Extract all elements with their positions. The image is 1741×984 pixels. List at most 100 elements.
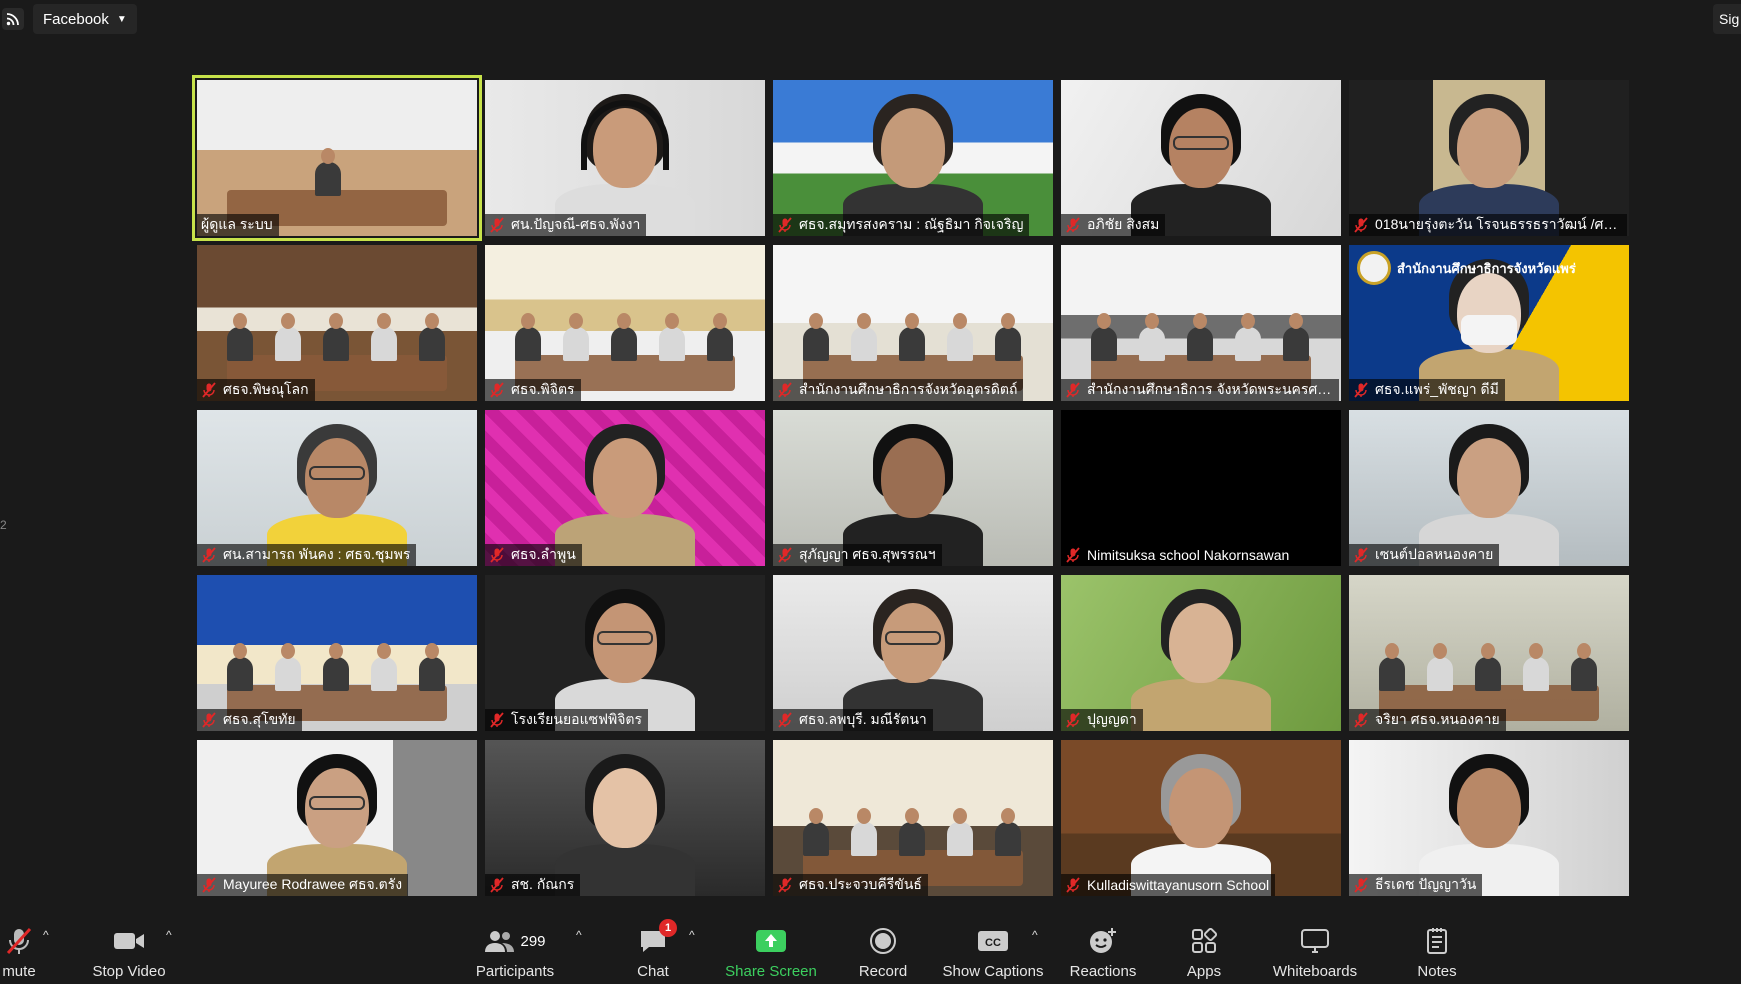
video-feed (773, 410, 1053, 566)
cc-icon: CC (977, 925, 1009, 957)
person-figure (1475, 657, 1501, 691)
participants-chevron-icon[interactable]: ^ (576, 928, 582, 942)
participant-name-bar: ศธจ.แพร่_พัชญา ดีมี (1349, 379, 1505, 401)
sign-in-button[interactable]: Sig (1713, 4, 1741, 34)
stop-video-button[interactable]: Stop Video (84, 906, 174, 984)
person-figure (323, 657, 349, 691)
video-options-chevron-icon[interactable]: ^ (166, 928, 172, 942)
video-feed (773, 740, 1053, 896)
participant-tile[interactable]: สำนักงานศึกษาธิการ จังหวัดพระนครศรีอ... (1061, 245, 1341, 401)
mic-muted-icon (1065, 877, 1081, 893)
participant-tile[interactable]: อภิชัย สิงสม (1061, 80, 1341, 236)
participant-tile[interactable]: 018นายรุ่งตะวัน โรจนธรรธราวัฒน์ /ศธจ.... (1349, 80, 1629, 236)
person-face (1457, 438, 1521, 518)
participant-name: ศธจ.ประจวบคีรีขันธ์ (799, 876, 922, 892)
participant-name-bar: เซนต์ปอลหนองคาย (1349, 544, 1500, 566)
video-feed (773, 245, 1053, 401)
mic-muted-icon (201, 382, 217, 398)
participant-tile[interactable]: ศน.สามารถ พันคง : ศธจ.ชุมพร (197, 410, 477, 566)
person-head (329, 643, 343, 659)
apps-button[interactable]: Apps (1174, 906, 1234, 984)
participant-tile[interactable]: ศธจ.สมุทรสงคราม : ณัฐธิมา กิจเจริญ (773, 80, 1053, 236)
person-figure (227, 327, 253, 361)
participant-tile[interactable]: ปุญญดา (1061, 575, 1341, 731)
participant-tile[interactable]: Kulladiswittayanusorn School (1061, 740, 1341, 896)
participant-tile[interactable]: สช. กัณกร (485, 740, 765, 896)
video-feed (773, 80, 1053, 236)
participant-name: ศธจ.พิษณุโลก (223, 381, 309, 397)
audio-options-chevron-icon[interactable]: ^ (43, 928, 49, 942)
participant-tile[interactable]: ศธจ.พิษณุโลก (197, 245, 477, 401)
participant-name: ศธจ.พิจิตร (511, 381, 575, 397)
person-figure (1571, 657, 1597, 691)
chat-chevron-icon[interactable]: ^ (689, 928, 695, 942)
participant-tile[interactable]: สำนักงานศึกษาธิการจังหวัดอุตรดิตถ์ (773, 245, 1053, 401)
participant-tile[interactable]: ศธจ.พิจิตร (485, 245, 765, 401)
share-screen-button[interactable]: Share Screen (722, 906, 820, 984)
livestream-dropdown[interactable]: Facebook ▼ (33, 4, 137, 34)
person-figure (803, 822, 829, 856)
participant-tile[interactable]: จริยา ศธจ.หนองคาย (1349, 575, 1629, 731)
chat-unread-badge: 1 (659, 919, 677, 937)
participants-button[interactable]: 299 Participants (470, 906, 560, 984)
participant-tile[interactable]: ศธจ.สุโขทัย (197, 575, 477, 731)
person-figure (707, 327, 733, 361)
show-captions-button[interactable]: CC Show Captions (940, 906, 1046, 984)
participant-name-bar: สำนักงานศึกษาธิการจังหวัดอุตรดิตถ์ (773, 379, 1024, 401)
participants-icon (485, 931, 515, 952)
person-figure (995, 327, 1021, 361)
person-figure (323, 327, 349, 361)
whiteboards-button[interactable]: Whiteboards (1268, 906, 1362, 984)
person-head (1001, 313, 1015, 329)
banner-text: สำนักงานศึกษาธิการจังหวัดแพร่ (1397, 260, 1576, 276)
participant-name-bar: ศน.สามารถ พันคง : ศธจ.ชุมพร (197, 544, 417, 566)
captions-chevron-icon[interactable]: ^ (1032, 928, 1038, 942)
record-label: Record (858, 963, 908, 980)
mic-muted-icon (1353, 712, 1369, 728)
rss-feed-icon[interactable] (2, 8, 24, 30)
video-feed (197, 410, 477, 566)
participant-tile[interactable]: สุภัญญา ศธจ.สุพรรณฯ (773, 410, 1053, 566)
participant-tile[interactable]: Mayuree Rodrawee ศธจ.ตรัง (197, 740, 477, 896)
chat-button[interactable]: 1 Chat (618, 906, 688, 984)
participant-tile[interactable]: ศธจ.ลำพูน (485, 410, 765, 566)
record-button[interactable]: Record (848, 906, 918, 984)
mic-muted-icon (777, 382, 793, 398)
mic-muted-icon (1065, 382, 1081, 398)
notes-button[interactable]: Notes (1408, 906, 1466, 984)
seal-icon (1357, 251, 1391, 285)
video-feed (1349, 80, 1629, 236)
person-head (857, 313, 871, 329)
person-head (233, 313, 247, 329)
reactions-button[interactable]: Reactions (1066, 906, 1140, 984)
video-feed: สำนักงานศึกษาธิการจังหวัดแพร่ (1349, 245, 1629, 401)
person-head (329, 313, 343, 329)
participant-name: Nimitsuksa school Nakornsawan (1087, 547, 1290, 563)
glasses (1173, 136, 1229, 150)
person-figure (899, 327, 925, 361)
mic-muted-icon (1065, 712, 1081, 728)
video-feed (197, 575, 477, 731)
participant-name: สำนักงานศึกษาธิการจังหวัดอุตรดิตถ์ (799, 381, 1018, 397)
participant-tile[interactable]: ธีรเดช ปัญญาวัน (1349, 740, 1629, 896)
unmute-button[interactable]: mute (0, 906, 44, 984)
mic-muted-icon (1353, 877, 1369, 893)
participant-name-bar: ศธจ.ลำพูน (485, 544, 582, 566)
person-head (1193, 313, 1207, 329)
participant-tile[interactable]: โรงเรียนยอแซฟพิจิตร (485, 575, 765, 731)
participant-tile[interactable]: เซนต์ปอลหนองคาย (1349, 410, 1629, 566)
share-screen-label: Share Screen (725, 963, 817, 980)
participant-tile[interactable]: ศธจ.ประจวบคีรีขันธ์ (773, 740, 1053, 896)
participant-tile[interactable]: ศน.ปัญจณี-ศธจ.พังงา (485, 80, 765, 236)
participant-tile[interactable]: Nimitsuksa school Nakornsawan (1061, 410, 1341, 566)
person-figure (659, 327, 685, 361)
person-head (953, 808, 967, 824)
person-figure (1139, 327, 1165, 361)
participant-name-bar: Mayuree Rodrawee ศธจ.ตรัง (197, 874, 409, 896)
participant-name-bar: สำนักงานศึกษาธิการ จังหวัดพระนครศรีอ... (1061, 379, 1339, 401)
participant-tile[interactable]: สำนักงานศึกษาธิการจังหวัดแพร่ศธจ.แพร่_พั… (1349, 245, 1629, 401)
participant-name: จริยา ศธจ.หนองคาย (1375, 711, 1500, 727)
person-head (377, 643, 391, 659)
participant-tile[interactable]: ศธจ.ลพบุรี. มณีรัตนา (773, 575, 1053, 731)
participant-tile[interactable]: ผู้ดูแล ระบบ (192, 75, 482, 241)
